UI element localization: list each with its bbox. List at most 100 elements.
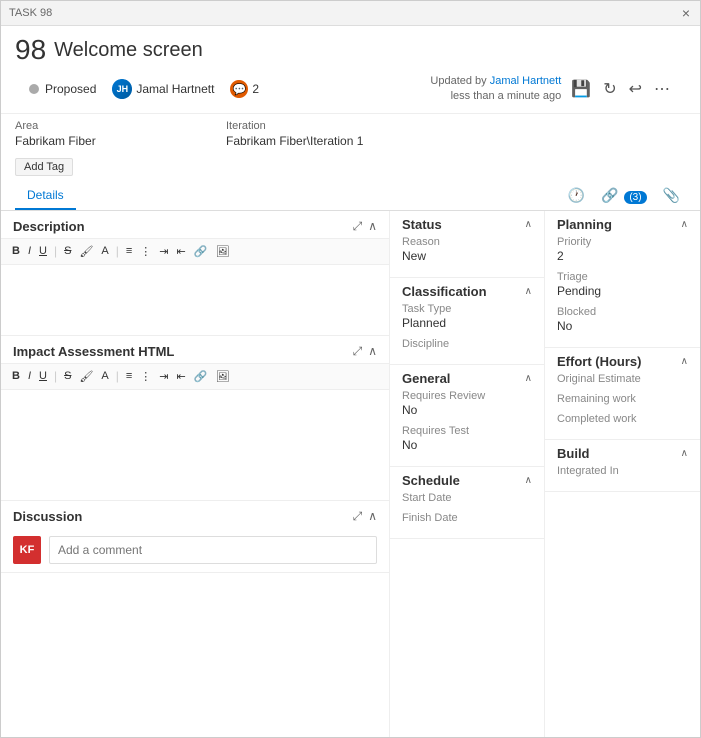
tab-details[interactable]: Details (15, 182, 76, 210)
discussion-section: Discussion ⤢ ∧ KF (1, 501, 389, 573)
impact-ul-btn[interactable]: ≡ (123, 368, 135, 384)
impact-italic-btn[interactable]: I (25, 368, 34, 384)
start-date-field: Start Date (402, 492, 532, 504)
classification-title: Classification (402, 284, 487, 299)
outdent-btn[interactable]: ⇤ (174, 243, 189, 260)
triage-value[interactable]: Pending (557, 284, 688, 298)
content-area: Description ⤢ ∧ B I U | S 🖌 A | ≡ ⋮ (1, 211, 700, 737)
toolbar-icons: 💾 ↻ ↩ ⋯ (569, 77, 672, 101)
area-label: Area (15, 120, 214, 132)
links-icon-btn[interactable]: 🔗 (3) (595, 183, 653, 208)
underline-btn[interactable]: U (36, 243, 50, 259)
impact-underline-btn[interactable]: U (36, 368, 50, 384)
image-btn[interactable]: 🖼 (212, 243, 232, 260)
right-panel: Planning ∧ Priority 2 Triage Pending Blo… (545, 211, 700, 737)
impact-header: Impact Assessment HTML ⤢ ∧ (1, 336, 389, 363)
tabs-bar: Details 🕐 🔗 (3) 📎 (1, 182, 700, 211)
impact-indent-btn[interactable]: ⇥ (156, 368, 171, 385)
task-type-field: Task Type Planned (402, 303, 532, 330)
build-collapse-btn[interactable]: ∧ (681, 448, 688, 459)
iteration-value[interactable]: Fabrikam Fiber\Iteration 1 (226, 134, 624, 148)
planning-title: Planning (557, 217, 612, 232)
history-icon-btn[interactable]: 🕐 (562, 183, 591, 208)
general-section: General ∧ Requires Review No Requires Te… (390, 365, 544, 467)
iteration-label: Iteration (226, 120, 624, 132)
priority-label: Priority (557, 236, 688, 248)
highlight-btn[interactable]: 🖌 (76, 243, 96, 260)
impact-outdent-btn[interactable]: ⇤ (174, 368, 189, 385)
refresh-icon[interactable]: ↻ (601, 77, 618, 101)
classification-collapse-btn[interactable]: ∧ (525, 286, 532, 297)
undo-icon[interactable]: ↩ (627, 77, 644, 101)
toolbar-sep3: | (54, 369, 57, 383)
strikethrough-btn[interactable]: S (61, 243, 74, 259)
status-section: Status ∧ Reason New (390, 211, 544, 278)
blocked-value[interactable]: No (557, 319, 688, 333)
avatar-img: JH (112, 79, 132, 99)
discussion-expand-btn[interactable]: ⤢ (353, 509, 363, 524)
description-expand-btn[interactable]: ⤢ (353, 219, 363, 234)
priority-field: Priority 2 (557, 236, 688, 263)
task-type-value[interactable]: Planned (402, 316, 532, 330)
tab-list: Details (15, 182, 76, 210)
assignee-name[interactable]: Jamal Hartnett (136, 82, 214, 96)
add-tag-button[interactable]: Add Tag (15, 158, 73, 176)
ol-btn[interactable]: ⋮ (137, 243, 154, 260)
triage-field: Triage Pending (557, 271, 688, 298)
classification-section: Classification ∧ Task Type Planned Disci… (390, 278, 544, 365)
italic-btn[interactable]: I (25, 243, 34, 259)
ul-btn[interactable]: ≡ (123, 243, 135, 259)
more-icon[interactable]: ⋯ (652, 77, 672, 101)
description-collapse-btn[interactable]: ∧ (368, 219, 377, 234)
comments-area: 💬 2 (230, 80, 259, 98)
effort-collapse-btn[interactable]: ∧ (681, 356, 688, 367)
link-btn[interactable]: 🔗 (191, 243, 211, 260)
comment-input[interactable] (49, 536, 377, 564)
status-label[interactable]: Proposed (45, 82, 96, 96)
bold-btn[interactable]: B (9, 243, 23, 259)
comment-badge[interactable]: 💬 (230, 80, 248, 98)
font-color-btn[interactable]: A (98, 243, 111, 259)
effort-title: Effort (Hours) (557, 354, 642, 369)
status-collapse-btn[interactable]: ∧ (525, 219, 532, 230)
requires-test-value[interactable]: No (402, 438, 532, 452)
impact-link-btn[interactable]: 🔗 (191, 368, 211, 385)
requires-test-field: Requires Test No (402, 425, 532, 452)
impact-strikethrough-btn[interactable]: S (61, 368, 74, 384)
description-header: Description ⤢ ∧ (1, 211, 389, 238)
requires-review-value[interactable]: No (402, 403, 532, 417)
indent-btn[interactable]: ⇥ (156, 243, 171, 260)
attachment-icon-btn[interactable]: 📎 (657, 183, 686, 208)
description-editor[interactable] (1, 265, 389, 335)
status-section-header: Status ∧ (402, 217, 532, 232)
impact-highlight-btn[interactable]: 🖌 (76, 368, 96, 385)
impact-expand-btn[interactable]: ⤢ (353, 344, 363, 359)
effort-header: Effort (Hours) ∧ (557, 354, 688, 369)
area-field: Area Fabrikam Fiber (15, 120, 214, 148)
updated-prefix: Updated by (430, 75, 486, 87)
impact-image-btn[interactable]: 🖼 (212, 368, 232, 385)
impact-font-color-btn[interactable]: A (98, 368, 111, 384)
area-value[interactable]: Fabrikam Fiber (15, 134, 214, 148)
impact-ol-btn[interactable]: ⋮ (137, 368, 154, 385)
title-bar: TASK 98 × (1, 1, 700, 26)
attachment-icon: 📎 (663, 187, 680, 203)
planning-collapse-btn[interactable]: ∧ (681, 219, 688, 230)
priority-value[interactable]: 2 (557, 249, 688, 263)
close-button[interactable]: × (680, 5, 692, 21)
impact-editor[interactable] (1, 390, 389, 500)
status-section-title: Status (402, 217, 442, 232)
updated-info: Updated by Jamal Hartnett less than a mi… (430, 74, 561, 105)
requires-test-label: Requires Test (402, 425, 532, 437)
reason-value[interactable]: New (402, 249, 532, 263)
save-icon[interactable]: 💾 (569, 77, 593, 101)
schedule-collapse-btn[interactable]: ∧ (525, 475, 532, 486)
general-collapse-btn[interactable]: ∧ (525, 373, 532, 384)
updated-user[interactable]: Jamal Hartnett (490, 75, 562, 87)
discussion-collapse-btn[interactable]: ∧ (368, 509, 377, 524)
impact-bold-btn[interactable]: B (9, 368, 23, 384)
impact-collapse-btn[interactable]: ∧ (368, 344, 377, 359)
general-title: General (402, 371, 450, 386)
triage-label: Triage (557, 271, 688, 283)
build-header: Build ∧ (557, 446, 688, 461)
